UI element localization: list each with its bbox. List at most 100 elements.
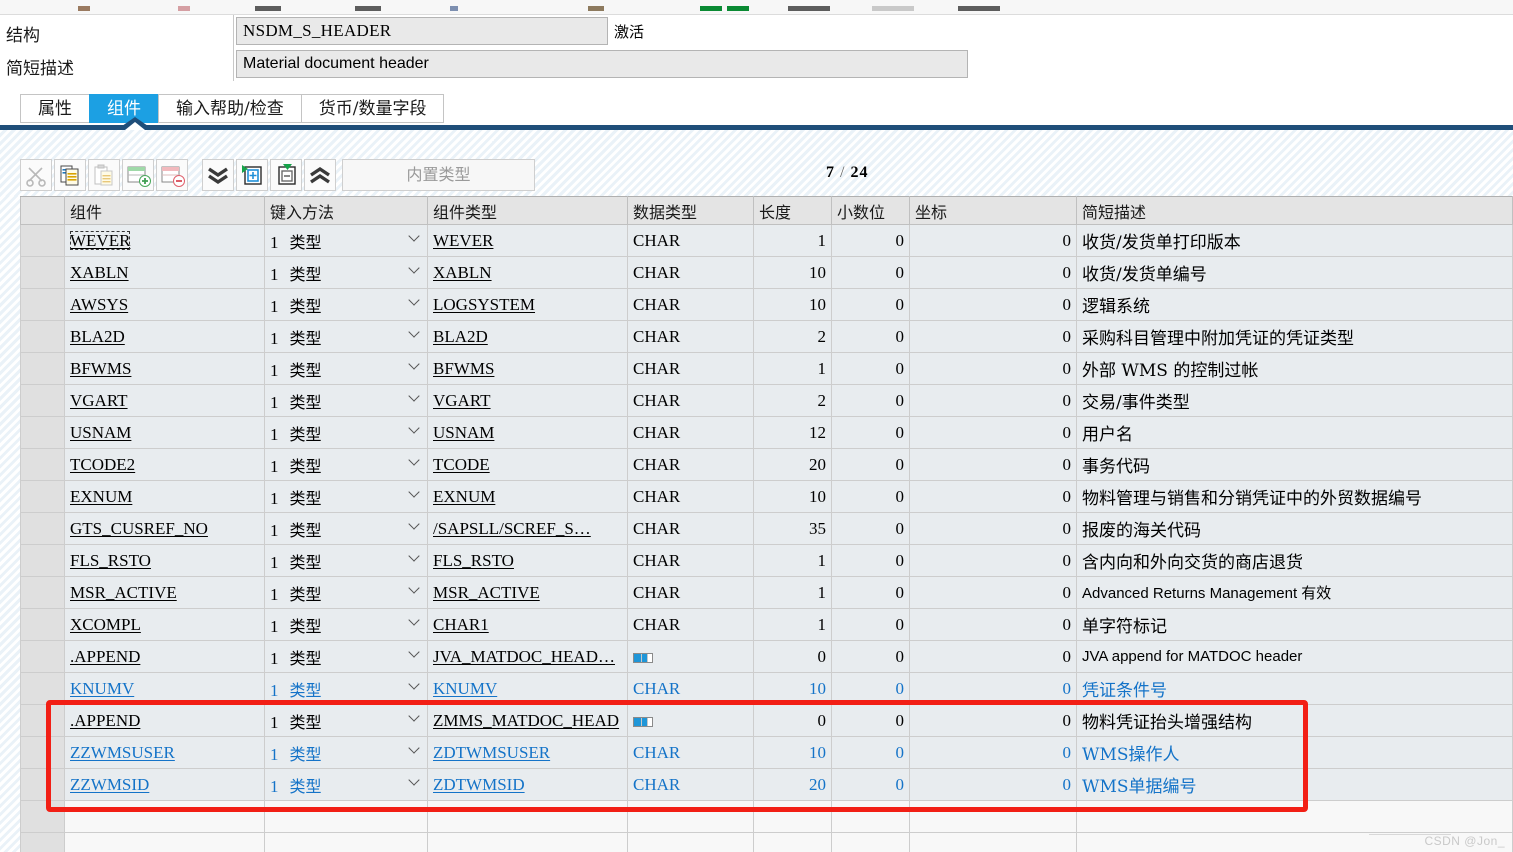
cell-key-method[interactable]: 1 类型 xyxy=(264,352,428,385)
cell-short-description[interactable]: WMS单据编号 xyxy=(1076,768,1513,801)
cell-coordinates[interactable]: 0 xyxy=(909,256,1077,289)
row-selector-cell[interactable] xyxy=(20,384,65,417)
cell-coordinates[interactable]: 0 xyxy=(909,288,1077,321)
table-row[interactable]: FLS_RSTO 1 类型 FLS_RSTO CHAR 1 0 0 含内向和外向交货的商店退货 xyxy=(20,544,1513,577)
cut-icon[interactable] xyxy=(78,6,90,11)
cell-length[interactable]: 12 xyxy=(753,416,832,449)
cell-length[interactable]: 10 xyxy=(753,672,832,705)
cell-empty[interactable] xyxy=(909,832,1077,852)
table-row[interactable]: .APPEND 1 类型 JVA_MATDOC_HEAD… 0 0 0 JVA append … xyxy=(20,640,1513,673)
tab-currency-quantity-fields[interactable]: 货币/数量字段 xyxy=(300,94,445,123)
cell-short-description[interactable]: 采购科目管理中附加凭证的凭证类型 xyxy=(1076,320,1513,353)
table-row[interactable]: .APPEND 1 类型 ZMMS_MATDOC_HEAD 0 0 0 物料凭证抬头增强结构 xyxy=(20,704,1513,737)
cell-empty[interactable] xyxy=(264,800,428,833)
cell-component[interactable]: ZZWMSID xyxy=(64,768,265,801)
cell-coordinates[interactable]: 0 xyxy=(909,672,1077,705)
append-structure-button[interactable] xyxy=(236,159,268,191)
redo-icon[interactable] xyxy=(450,6,458,11)
cell-short-description[interactable]: 逻辑系统 xyxy=(1076,288,1513,321)
cell-decimals[interactable]: 0 xyxy=(831,416,910,449)
cell-length[interactable]: 10 xyxy=(753,480,832,513)
cell-data-type[interactable] xyxy=(627,640,754,673)
chevron-down-icon[interactable] xyxy=(410,359,421,370)
undo-icon[interactable] xyxy=(355,6,381,11)
chevron-down-icon[interactable] xyxy=(410,775,421,786)
cell-key-method[interactable]: 1 类型 xyxy=(264,704,428,737)
table-row-empty[interactable] xyxy=(20,800,1513,833)
cell-short-description[interactable]: 凭证条件号 xyxy=(1076,672,1513,705)
row-selector-cell[interactable] xyxy=(20,288,65,321)
cell-data-type[interactable]: CHAR xyxy=(627,416,754,449)
cell-decimals[interactable]: 0 xyxy=(831,384,910,417)
cell-component-type[interactable]: VGART xyxy=(427,384,628,417)
chevron-down-icon[interactable] xyxy=(410,551,421,562)
cell-coordinates[interactable]: 0 xyxy=(909,576,1077,609)
scroll-down-button[interactable] xyxy=(202,159,234,191)
cell-length[interactable]: 1 xyxy=(753,576,832,609)
cell-data-type[interactable]: CHAR xyxy=(627,224,754,257)
find-icon[interactable] xyxy=(588,6,604,11)
cell-component-type[interactable]: EXNUM xyxy=(427,480,628,513)
cell-component[interactable]: BFWMS xyxy=(64,352,265,385)
cell-empty[interactable] xyxy=(753,832,832,852)
cell-key-method[interactable]: 1 类型 xyxy=(264,480,428,513)
cell-data-type[interactable]: CHAR xyxy=(627,320,754,353)
table-row[interactable]: KNUMV 1 类型 KNUMV CHAR 10 0 0 凭证条件号 xyxy=(20,672,1513,705)
cell-key-method[interactable]: 1 类型 xyxy=(264,448,428,481)
cell-empty[interactable] xyxy=(909,800,1077,833)
cell-component-type[interactable]: LOGSYSTEM xyxy=(427,288,628,321)
cell-decimals[interactable]: 0 xyxy=(831,320,910,353)
cell-decimals[interactable]: 0 xyxy=(831,576,910,609)
cell-data-type[interactable]: CHAR xyxy=(627,288,754,321)
cell-coordinates[interactable]: 0 xyxy=(909,352,1077,385)
cell-component-type[interactable]: BLA2D xyxy=(427,320,628,353)
cell-component[interactable]: .APPEND xyxy=(64,640,265,673)
chevron-down-icon[interactable] xyxy=(410,487,421,498)
cell-component[interactable]: XCOMPL xyxy=(64,608,265,641)
row-selector-cell[interactable] xyxy=(20,512,65,545)
cell-data-type[interactable]: CHAR xyxy=(627,544,754,577)
cell-empty[interactable] xyxy=(427,800,628,833)
chevron-down-icon[interactable] xyxy=(410,295,421,306)
cell-coordinates[interactable]: 0 xyxy=(909,608,1077,641)
cell-data-type[interactable]: CHAR xyxy=(627,608,754,641)
chevron-down-icon[interactable] xyxy=(410,327,421,338)
row-selector-cell[interactable] xyxy=(20,832,65,852)
tab-input-help-check[interactable]: 输入帮助/检查 xyxy=(158,94,301,123)
table-row[interactable]: MSR_ACTIVE 1 类型 MSR_ACTIVE CHAR 1 0 0 Advanced R… xyxy=(20,576,1513,609)
chevron-down-icon[interactable] xyxy=(410,679,421,690)
cell-decimals[interactable]: 0 xyxy=(831,480,910,513)
cell-key-method[interactable]: 1 类型 xyxy=(264,736,428,769)
table-row[interactable]: AWSYS 1 类型 LOGSYSTEM CHAR 10 0 0 逻辑系统 xyxy=(20,288,1513,321)
cell-component[interactable]: USNAM xyxy=(64,416,265,449)
cell-data-type[interactable]: CHAR xyxy=(627,672,754,705)
cell-coordinates[interactable]: 0 xyxy=(909,544,1077,577)
cell-length[interactable]: 2 xyxy=(753,320,832,353)
cell-empty[interactable] xyxy=(64,800,265,833)
col-length[interactable]: 长度 xyxy=(753,196,832,225)
cell-short-description[interactable]: Advanced Returns Management 有效 xyxy=(1076,576,1513,609)
cell-component-type[interactable]: ZDTWMSUSER xyxy=(427,736,628,769)
cell-component[interactable]: GTS_CUSREF_NO xyxy=(64,512,265,545)
cell-component-type[interactable]: /SAPSLL/SCREF_S… xyxy=(427,512,628,545)
cell-short-description[interactable]: WMS操作人 xyxy=(1076,736,1513,769)
chevron-down-icon[interactable] xyxy=(410,455,421,466)
col-component[interactable]: 组件 xyxy=(64,196,265,225)
cell-data-type[interactable] xyxy=(627,704,754,737)
cell-short-description[interactable]: 外部 WMS 的控制过帐 xyxy=(1076,352,1513,385)
cell-coordinates[interactable]: 0 xyxy=(909,224,1077,257)
insert-row-button[interactable] xyxy=(122,159,154,191)
chevron-down-icon[interactable] xyxy=(410,743,421,754)
activate-icon[interactable] xyxy=(700,6,722,11)
chevron-down-icon[interactable] xyxy=(410,583,421,594)
cell-component-type[interactable]: JVA_MATDOC_HEAD… xyxy=(427,640,628,673)
cell-short-description[interactable]: 用户名 xyxy=(1076,416,1513,449)
cell-component[interactable]: AWSYS xyxy=(64,288,265,321)
cell-key-method[interactable]: 1 类型 xyxy=(264,320,428,353)
cell-length[interactable]: 1 xyxy=(753,224,832,257)
components-grid[interactable]: 组件 键入方法 组件类型 数据类型 长度 小数位 坐标 简短描述 WEVER 1 类… xyxy=(20,196,1513,852)
cell-decimals[interactable]: 0 xyxy=(831,704,910,737)
cell-short-description[interactable]: 交易/事件类型 xyxy=(1076,384,1513,417)
cell-decimals[interactable]: 0 xyxy=(831,640,910,673)
row-selector-cell[interactable] xyxy=(20,672,65,705)
